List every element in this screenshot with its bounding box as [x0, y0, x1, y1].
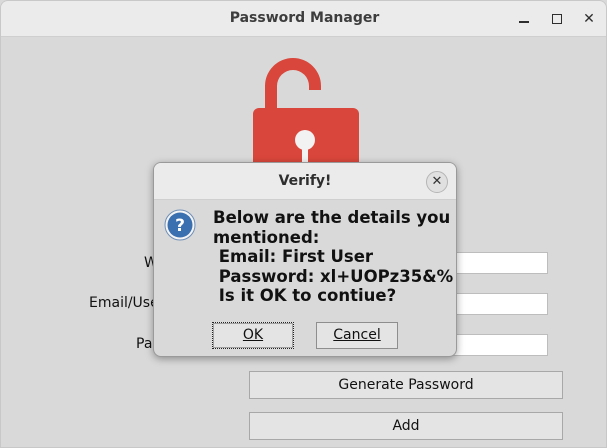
dialog-message-line: mentioned: [213, 227, 320, 247]
dialog-titlebar[interactable]: Verify! ✕ [154, 163, 456, 200]
dialog-message: Below are the details you mentioned: Ema… [213, 208, 453, 306]
close-icon: ✕ [431, 174, 443, 189]
password-label: Pa [136, 336, 153, 352]
generate-password-button[interactable]: Generate Password [249, 371, 563, 399]
email-username-input[interactable] [441, 293, 548, 315]
verify-dialog: Verify! ✕ ? Below are the details you me… [153, 162, 457, 357]
minimize-icon [519, 21, 529, 23]
dialog-message-line: Is it OK to contiue? [213, 286, 397, 305]
lock-logo [253, 58, 359, 171]
dialog-message-line: Below are the details you [213, 208, 451, 227]
maximize-icon [552, 14, 562, 24]
dialog-message-line: Password: xl+UOPz35&% [213, 266, 454, 286]
email-username-label: Email/Use [89, 295, 159, 311]
cancel-button-label: Cancel [333, 327, 381, 343]
ok-button[interactable]: OK [212, 322, 294, 349]
cancel-button[interactable]: Cancel [316, 322, 398, 349]
minimize-button[interactable] [514, 9, 534, 29]
dialog-title: Verify! [278, 173, 332, 189]
close-button[interactable]: ✕ [579, 9, 599, 29]
password-input[interactable] [441, 334, 548, 356]
question-icon: ? [164, 209, 196, 241]
website-input[interactable] [441, 252, 548, 274]
close-icon: ✕ [583, 11, 595, 27]
dialog-message-line: Email: First User [213, 247, 374, 266]
maximize-button[interactable] [547, 9, 567, 29]
ok-button-label: OK [242, 327, 264, 343]
window-titlebar[interactable]: Password Manager ✕ [1, 1, 606, 37]
dialog-close-button[interactable]: ✕ [426, 171, 448, 193]
password-manager-window: Password Manager ✕ W Email/Use Pa Genera… [0, 0, 607, 448]
svg-text:?: ? [175, 216, 185, 236]
add-button[interactable]: Add [249, 412, 563, 440]
